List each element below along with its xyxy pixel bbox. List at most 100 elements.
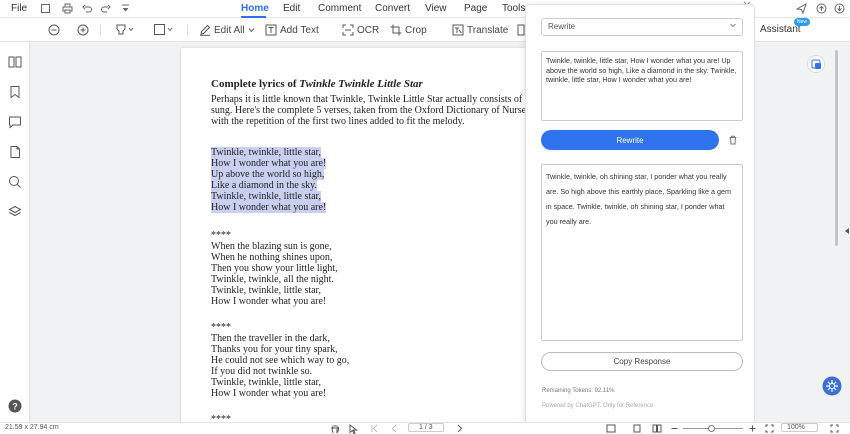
intro-line: with the repetition of the first two lin… bbox=[211, 116, 465, 127]
input-textarea[interactable]: Twinkle, twinkle, little star, How I won… bbox=[541, 51, 743, 121]
layers-icon[interactable] bbox=[8, 205, 22, 219]
print-icon[interactable] bbox=[62, 3, 73, 14]
verse-line: Twinkle, twinkle, little star, bbox=[211, 191, 321, 202]
upload-icon[interactable] bbox=[816, 3, 827, 14]
fit-width-icon[interactable] bbox=[606, 424, 616, 433]
thumbnails-icon[interactable] bbox=[8, 55, 22, 69]
verse-line: Twinkle, twinkle, little star, bbox=[211, 377, 321, 388]
comment-icon[interactable] bbox=[8, 115, 22, 129]
verse-line: Then you show your little light, bbox=[211, 263, 338, 274]
ocr-button[interactable]: OCR bbox=[342, 22, 379, 38]
zoom-level-select[interactable]: 100% bbox=[781, 423, 818, 432]
copy-response-button[interactable]: Copy Response bbox=[541, 352, 743, 371]
verse-line: When he nothing shines upon, bbox=[211, 252, 333, 263]
crop-icon bbox=[390, 24, 402, 36]
more-tools-icon[interactable] bbox=[517, 24, 525, 36]
crop-label: Crop bbox=[405, 24, 427, 36]
pdf-page[interactable]: Complete lyrics of Twinkle Twinkle Littl… bbox=[181, 48, 525, 422]
response-textarea[interactable]: Twinkle, twinkle, oh shining star, I pon… bbox=[541, 164, 743, 341]
search-icon[interactable] bbox=[8, 175, 22, 189]
bookmark-icon[interactable] bbox=[8, 85, 22, 99]
zoom-in-icon[interactable] bbox=[77, 24, 89, 36]
shape-tool-icon[interactable] bbox=[153, 23, 175, 36]
download-icon[interactable] bbox=[834, 3, 845, 14]
zoom-out-small-icon[interactable] bbox=[670, 424, 679, 433]
verse-block: When the blazing sun is gone, When he no… bbox=[211, 241, 338, 307]
verse-block: Then the traveller in the dark, Thanks y… bbox=[211, 333, 349, 399]
translate-button[interactable]: Translate bbox=[452, 22, 508, 38]
tab-comment[interactable]: Comment bbox=[318, 3, 361, 14]
intro-line: Perhaps it is little known that Twinkle,… bbox=[211, 94, 525, 105]
verse-separator: **** bbox=[211, 414, 231, 422]
panel-scrollbar[interactable] bbox=[835, 50, 838, 246]
verse-line: Twinkle, twinkle, little star, bbox=[211, 147, 321, 158]
undo-icon[interactable] bbox=[82, 3, 93, 14]
next-page-icon[interactable] bbox=[455, 424, 464, 433]
edit-all-label: Edit All bbox=[214, 24, 245, 36]
left-sidebar: ? bbox=[0, 42, 35, 422]
intro-line: sung. Here's the complete 5 verses, take… bbox=[211, 105, 525, 116]
zoom-in-small-icon[interactable] bbox=[748, 424, 757, 433]
new-badge: New bbox=[794, 18, 811, 26]
verse-line: How I wonder what you are! bbox=[211, 158, 327, 169]
page-number-input[interactable]: 1 / 3 bbox=[408, 423, 444, 432]
crop-button[interactable]: Crop bbox=[390, 22, 427, 38]
verse-line: Then the traveller in the dark, bbox=[211, 333, 330, 344]
verse-separator: **** bbox=[211, 230, 231, 241]
page-layout-icon[interactable] bbox=[652, 424, 662, 433]
chevron-down-icon bbox=[248, 27, 255, 33]
ocr-label: OCR bbox=[357, 24, 380, 36]
edit-all-button[interactable]: Edit All bbox=[199, 22, 255, 38]
attachment-icon[interactable] bbox=[8, 145, 22, 159]
document-title: Complete lyrics of Twinkle Twinkle Littl… bbox=[211, 78, 423, 90]
verse-line: Twinkle, twinkle, all the night. bbox=[211, 274, 334, 285]
help-icon[interactable]: ? bbox=[8, 399, 22, 413]
mode-select-value: Rewrite bbox=[548, 22, 576, 31]
translate-icon bbox=[452, 24, 464, 36]
text-box-icon bbox=[265, 24, 277, 36]
assistant-floating-icon[interactable] bbox=[822, 376, 842, 396]
tab-page[interactable]: Page bbox=[464, 3, 487, 14]
prev-page-icon[interactable] bbox=[390, 424, 399, 433]
collapse-arrow-icon[interactable] bbox=[845, 228, 849, 234]
verse-line: How I wonder what you are! bbox=[211, 388, 327, 399]
fullscreen-icon[interactable] bbox=[830, 424, 839, 433]
mode-select[interactable]: Rewrite bbox=[541, 18, 743, 36]
powered-by-note: Powered by ChatGPT. Only for Reference bbox=[542, 403, 654, 409]
add-text-button[interactable]: Add Text bbox=[265, 22, 319, 38]
verse-line: Thanks you for your tiny spark, bbox=[211, 344, 338, 355]
menu-file[interactable]: File bbox=[11, 3, 27, 14]
ai-assistant-panel: Rewrite Twinkle, twinkle, little star, H… bbox=[525, 4, 755, 424]
zoom-slider-thumb[interactable] bbox=[708, 425, 715, 432]
new-window-icon[interactable] bbox=[40, 3, 51, 14]
tab-convert[interactable]: Convert bbox=[375, 3, 410, 14]
fit-to-window-icon[interactable] bbox=[765, 424, 774, 433]
pencil-icon bbox=[199, 24, 211, 36]
document-area: Complete lyrics of Twinkle Twinkle Littl… bbox=[31, 42, 525, 422]
assistant-label[interactable]: Assistant bbox=[760, 24, 801, 35]
trash-icon[interactable] bbox=[728, 135, 738, 145]
verse-line: He could not see which way to go, bbox=[211, 355, 350, 366]
status-bar: 21.59 x 27.94 cm 1 / 3 100% bbox=[0, 422, 850, 434]
quick-access-dropdown-icon[interactable] bbox=[121, 3, 130, 14]
tab-home[interactable]: Home bbox=[241, 3, 269, 14]
hand-tool-icon[interactable] bbox=[330, 424, 340, 434]
verse-line: Like a diamond in the sky. bbox=[211, 180, 317, 191]
tab-view[interactable]: View bbox=[425, 3, 447, 14]
redo-icon[interactable] bbox=[100, 3, 111, 14]
verse-separator: **** bbox=[211, 322, 231, 333]
fit-page-icon[interactable] bbox=[632, 424, 642, 433]
zoom-out-icon[interactable] bbox=[48, 24, 60, 36]
select-tool-icon[interactable] bbox=[349, 424, 358, 434]
tab-edit[interactable]: Edit bbox=[283, 3, 300, 14]
svg-text:?: ? bbox=[12, 402, 18, 412]
rewrite-button[interactable]: Rewrite bbox=[541, 130, 719, 150]
ai-assistant-icon[interactable] bbox=[807, 55, 825, 73]
share-icon[interactable] bbox=[796, 3, 807, 14]
first-page-icon[interactable] bbox=[370, 424, 379, 433]
highlight-tool-icon[interactable] bbox=[115, 23, 137, 36]
ocr-scan-icon bbox=[342, 24, 354, 36]
tab-tools[interactable]: Tools bbox=[502, 3, 525, 14]
verse-line: How I wonder what you are! bbox=[211, 202, 327, 213]
selected-verse[interactable]: Twinkle, twinkle, little star, How I won… bbox=[211, 147, 327, 213]
